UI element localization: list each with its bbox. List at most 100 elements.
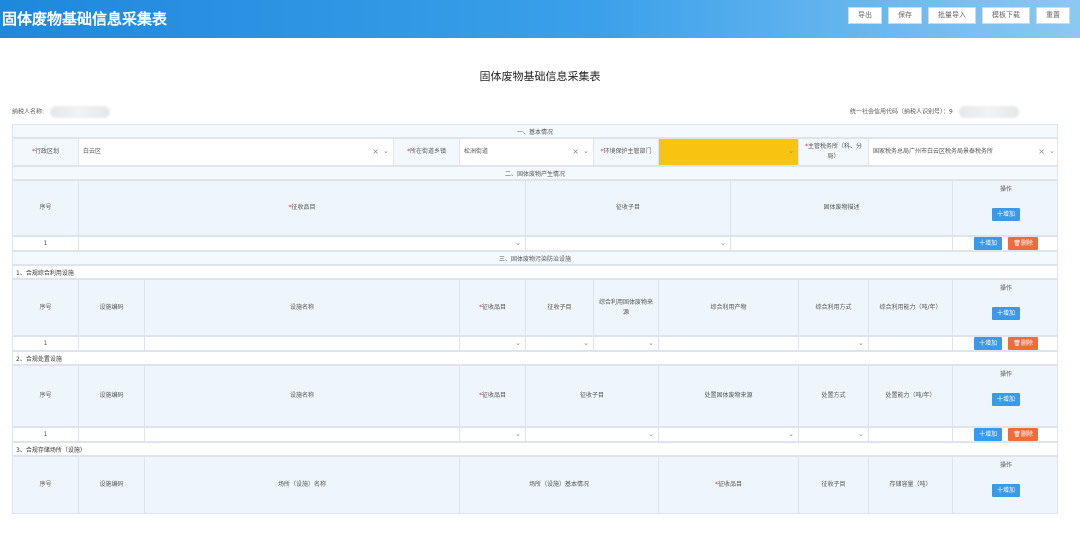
table2-header: 序号 设施编码 设施名称 * 征收品目 征收子目 处置固体废物来源 处置方式 处置… xyxy=(12,365,1058,427)
town-select[interactable]: 松洲街道 × ⌄ xyxy=(460,139,594,165)
item-select[interactable]: ⌄ xyxy=(460,428,526,441)
row-actions: 十增加 🗑删除 xyxy=(953,236,1059,251)
subsection-1: 1、合规综合利用设施 xyxy=(12,265,1058,279)
table3-header: 序号 设施编码 场所（设施）名称 场所（设施）基本情况 * 征收品目 征收子目 存… xyxy=(12,456,1058,514)
col-seq: 序号 xyxy=(13,457,79,513)
col-seq: 序号 xyxy=(13,366,79,426)
facility-name-input[interactable] xyxy=(145,337,460,350)
col-subitem: 征收子目 xyxy=(526,366,659,426)
chevron-down-icon: ⌄ xyxy=(515,429,521,438)
add-button[interactable]: 十增加 xyxy=(974,427,1003,442)
row-seq: 1 xyxy=(13,428,79,441)
col-item: * 征收品目 xyxy=(79,181,526,235)
add-button[interactable]: 十增加 xyxy=(991,306,1020,321)
capacity-input[interactable] xyxy=(869,337,953,350)
chevron-down-icon: ⌄ xyxy=(583,338,589,347)
table1-header: 序号 设施编码 设施名称 * 征收品目 征收子目 综合利用固体废物来源 综合利用产… xyxy=(12,279,1058,336)
facility-code-input[interactable] xyxy=(79,428,145,441)
taxpayer-name: 纳税人名称: xyxy=(12,106,111,118)
app-title: 固体废物基础信息采集表 xyxy=(2,10,168,28)
export-button[interactable]: 导出 xyxy=(848,7,882,24)
tax-office-select[interactable]: 国家税务总局广州市白云区税务局景泰税务所 × ⌄ xyxy=(869,139,1059,165)
section-facility: 三、固体废物污染防治设施 xyxy=(12,251,1058,265)
credit-code: 统一社会信用代码（纳税人识别号）：9 xyxy=(850,106,1019,118)
subsection-2: 2、合规处置设施 xyxy=(12,351,1058,365)
col-item: * 征收品目 xyxy=(460,366,526,426)
subitem-select[interactable]: ⌄ xyxy=(526,237,731,250)
col-op: 操作 十增加 xyxy=(953,457,1059,513)
col-seq: 序号 xyxy=(13,280,79,335)
delete-button[interactable]: 🗑删除 xyxy=(1008,236,1038,251)
town-label: * 所在街道乡镇 xyxy=(394,139,460,165)
chevron-down-icon: ⌄ xyxy=(648,338,654,347)
table-row: 1 ⌄ ⌄ 十增加 🗑删除 xyxy=(12,236,1058,251)
trash-icon: 🗑 xyxy=(1013,339,1021,347)
clear-icon[interactable]: × xyxy=(372,146,379,159)
col-facility-code: 设施编码 xyxy=(79,457,145,513)
col-capacity: 存储容量（吨） xyxy=(869,457,953,513)
col-facility-name: 设施名称 xyxy=(145,280,460,335)
table-row: 1 ⌄ ⌄ ⌄ ⌄ 十增加 🗑删除 xyxy=(12,427,1058,442)
row-seq: 1 xyxy=(13,337,79,350)
col-method: 综合利用方式 xyxy=(799,280,869,335)
delete-button[interactable]: 🗑删除 xyxy=(1008,427,1038,442)
clear-icon[interactable]: × xyxy=(572,146,579,159)
chevron-down-icon: ⌄ xyxy=(515,338,521,347)
add-button[interactable]: 十增加 xyxy=(991,392,1020,407)
method-select[interactable]: ⌄ xyxy=(799,428,869,441)
col-facility-code: 设施编码 xyxy=(79,280,145,335)
clear-icon[interactable]: × xyxy=(1038,146,1045,159)
product-input[interactable] xyxy=(659,337,799,350)
chevron-down-icon: ⌄ xyxy=(858,429,864,438)
redacted-code xyxy=(958,106,1019,118)
template-download-button[interactable]: 模板下载 xyxy=(982,7,1030,24)
form-title: 固体废物基础信息采集表 xyxy=(479,70,601,83)
source-select[interactable]: ⌄ xyxy=(659,428,799,441)
add-button[interactable]: 十增加 xyxy=(991,207,1020,222)
capacity-input[interactable] xyxy=(869,428,953,441)
trash-icon: 🗑 xyxy=(1013,239,1021,247)
section-basic: 一、基本情况 xyxy=(12,124,1058,138)
facility-name-input[interactable] xyxy=(145,428,460,441)
subitem-select[interactable]: ⌄ xyxy=(526,337,594,350)
chevron-down-icon: ⌄ xyxy=(720,238,726,247)
chevron-down-icon: ⌄ xyxy=(648,429,654,438)
tax-office-label: *主管税务所（科、分局） xyxy=(799,139,869,165)
chevron-down-icon: ⌄ xyxy=(788,429,794,438)
col-capacity: 处置能力（吨/年） xyxy=(869,366,953,426)
facility-code-input[interactable] xyxy=(79,337,145,350)
add-button[interactable]: 十增加 xyxy=(991,483,1020,498)
col-source: 综合利用固体废物来源 xyxy=(594,280,659,335)
subitem-select[interactable]: ⌄ xyxy=(526,428,659,441)
produce-table-header: 序号 * 征收品目 征收子目 固体废物描述 操作 十增加 xyxy=(12,180,1058,236)
district-select[interactable]: 白云区 × ⌄ xyxy=(79,139,394,165)
item-select[interactable]: ⌄ xyxy=(79,237,526,250)
reset-button[interactable]: 重置 xyxy=(1036,7,1070,24)
col-subitem: 征收子目 xyxy=(799,457,869,513)
col-item: * 征收品目 xyxy=(460,280,526,335)
delete-button[interactable]: 🗑删除 xyxy=(1008,336,1038,351)
col-desc: 固体废物描述 xyxy=(731,181,953,235)
add-button[interactable]: 十增加 xyxy=(974,336,1003,351)
source-select[interactable]: ⌄ xyxy=(594,337,659,350)
add-button[interactable]: 十增加 xyxy=(974,236,1003,251)
row-seq: 1 xyxy=(13,237,79,250)
col-subitem: 征收子目 xyxy=(526,181,731,235)
header-bar: 固体废物基础信息采集表 导出 保存 批量导入 模板下载 重置 xyxy=(0,0,1080,38)
section-produce: 二、固体废物产生情况 xyxy=(12,166,1058,180)
desc-input[interactable] xyxy=(731,237,953,250)
col-op: 操作 十增加 xyxy=(953,366,1059,426)
item-select[interactable]: ⌄ xyxy=(460,337,526,350)
env-dept-select[interactable]: ⌄ xyxy=(659,139,799,165)
col-product: 综合利用产物 xyxy=(659,280,799,335)
col-item: * 征收品目 xyxy=(659,457,799,513)
basic-info-row: * 行政区划 白云区 × ⌄ * 所在街道乡镇 松洲街道 × ⌄ *环境保护主管部门 ⌄ *… xyxy=(12,138,1058,166)
batch-import-button[interactable]: 批量导入 xyxy=(928,7,976,24)
col-method: 处置方式 xyxy=(799,366,869,426)
col-site-name: 场所（设施）名称 xyxy=(145,457,460,513)
save-button[interactable]: 保存 xyxy=(888,7,922,24)
method-select[interactable]: ⌄ xyxy=(799,337,869,350)
table-row: 1 ⌄ ⌄ ⌄ ⌄ 十增加 🗑删除 xyxy=(12,336,1058,351)
col-capacity: 综合利用能力（吨/年） xyxy=(869,280,953,335)
subsection-3: 3、合规存储场所（设施） xyxy=(12,442,1058,456)
